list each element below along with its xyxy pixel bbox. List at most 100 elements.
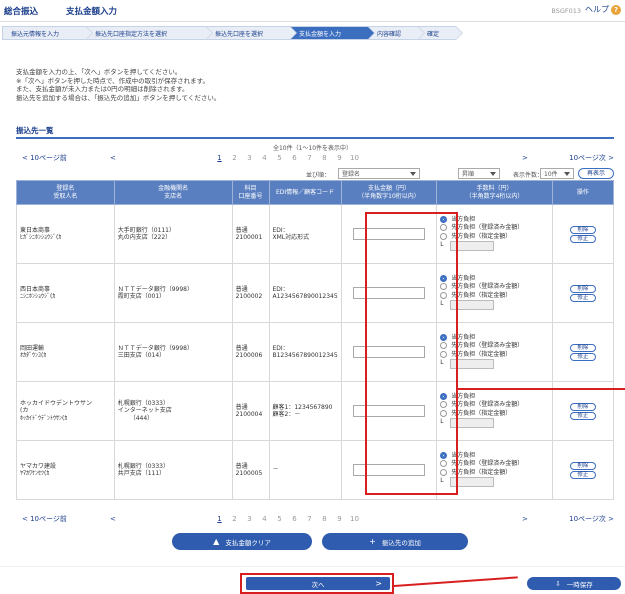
delete-button[interactable]: 削除 (569, 343, 596, 352)
fee-option-label: 先方負担（登録済み金額） (451, 342, 524, 350)
per-page-select[interactable]: 10件 (540, 168, 574, 179)
edit-button[interactable]: 修正 (569, 293, 596, 302)
temporary-save-button[interactable]: ⇩ 一時保存 (527, 577, 621, 590)
step-item: 振込先口座を選択 (206, 26, 297, 40)
payee-name: ホッカイドウデントウサン (20, 399, 93, 407)
app-header: 総合振込 支払金額入力 BSGF013 ヘルプ ? (0, 0, 625, 22)
page-link[interactable]: 9 (332, 515, 347, 523)
page-link[interactable]: 8 (317, 515, 332, 523)
account-type: 普通 (235, 462, 248, 470)
next-10-pages-link[interactable]: 10ページ次 > (569, 514, 614, 524)
sort-order-select[interactable]: 昇順 (458, 168, 500, 179)
next-10-label: 10ページ次 (569, 515, 606, 523)
branch-name: 三田支店（014） (117, 352, 166, 359)
delete-button[interactable]: 削除 (569, 461, 596, 470)
next-page-link[interactable]: > (522, 154, 528, 162)
edit-button[interactable]: 修正 (569, 234, 596, 243)
payee-name: ヤマカワ建設 (20, 462, 57, 470)
edit-button[interactable]: 修正 (569, 470, 596, 479)
cell-edi: 顧客1：1234567890 顧客2：－ (268, 381, 342, 441)
col-header-name: 登録名 受取人名 (16, 180, 115, 205)
instruction-line: 支払金額を入力の上、「次へ」ボタンを押してください。 (16, 68, 182, 76)
bank-name: 札幌銀行（0333） (117, 462, 169, 470)
col-header-fee: 手数料（円） （半角数字4桁以内） (436, 180, 553, 205)
page-link[interactable]: 4 (257, 515, 272, 523)
cell-bank: ＮＴＴデータ銀行（9998） 霞町支店（001） (113, 263, 233, 323)
help-button[interactable]: ヘルプ ? (585, 4, 621, 15)
sort-field-select[interactable]: 登録名 (338, 168, 420, 179)
header-line: 支店名 (164, 192, 183, 200)
page-link[interactable]: 9 (332, 154, 347, 162)
page-link[interactable]: 7 (302, 515, 317, 523)
edit-button[interactable]: 修正 (569, 411, 596, 420)
page-link[interactable]: 7 (302, 154, 317, 162)
prev-10-pages-link[interactable]: < 10ページ前 (22, 514, 67, 524)
prev-page-link[interactable]: < (110, 515, 116, 523)
chevron-down-icon (410, 172, 416, 176)
fee-option-label: 先方負担（指定金額） (451, 291, 512, 299)
edi-line: XML対応形式 (272, 234, 310, 241)
sort-order-value: 昇順 (462, 171, 475, 178)
fee-option-label: 先方負担（登録済み金額） (451, 224, 524, 232)
page-link[interactable]: 4 (257, 154, 272, 162)
clear-amount-button[interactable]: ▲ 支払金額クリア (172, 533, 312, 550)
prev-10-label: 10ページ前 (30, 515, 67, 523)
cell-edi: EDI： XML対応形式 (268, 204, 342, 264)
next-10-pages-link[interactable]: 10ページ次 > (569, 153, 614, 163)
delete-button[interactable]: 削除 (569, 402, 596, 411)
page-link[interactable]: 2 (227, 154, 242, 162)
edit-button[interactable]: 修正 (569, 352, 596, 361)
cell-name: 岡田運輸 ｵｶﾀﾞｳﾝﾕ(ｶ (16, 322, 115, 382)
add-payee-button[interactable]: + 振込先の追加 (322, 533, 468, 550)
annotation-highlight-amount-column (365, 212, 458, 495)
redisplay-button[interactable]: 再表示 (578, 168, 614, 179)
page-link[interactable]: 10 (347, 154, 362, 162)
edi-line: 顧客1：1234567890 (272, 403, 333, 411)
branch-name: 霞町支店（001） (117, 293, 166, 300)
page-link[interactable]: 3 (242, 515, 257, 523)
page-link[interactable]: 5 (272, 515, 287, 523)
step-item-active: 支払金額を入力 (290, 26, 375, 40)
prev-10-pages-link[interactable]: < 10ページ前 (22, 153, 67, 163)
col-header-ops: 操作 (551, 180, 615, 205)
account-type: 普通 (235, 226, 248, 234)
next-page-link[interactable]: > (522, 515, 528, 523)
per-page-value: 10件 (544, 171, 558, 178)
fee-option-label: 先方負担（登録済み金額） (451, 401, 524, 409)
page-link-current[interactable]: 1 (212, 154, 227, 162)
table-header-row: 登録名 受取人名 金融機関名 支店名 科目 口座番号 EDI情報／顧客コード 支払金額… (16, 180, 615, 205)
page-link[interactable]: 5 (272, 154, 287, 162)
fee-option-label: 先方負担（指定金額） (451, 409, 512, 417)
page-link[interactable]: 8 (317, 154, 332, 162)
step-item: 内容確認 (368, 26, 425, 40)
page-link[interactable]: 2 (227, 515, 242, 523)
prev-10-label: 10ページ前 (30, 154, 67, 162)
branch-name: （444） (129, 414, 154, 422)
instruction-line: 振込先を追加する場合は、「振込先の追加」ボタンを押してください。 (16, 93, 221, 102)
payee-kana: ﾋｶﾞｼﾆﾎﾝｼｮｳｼﾞ(ｶ (20, 234, 62, 241)
page-link[interactable]: 6 (287, 515, 302, 523)
branch-name: 共戸支店（111） (117, 470, 166, 477)
cell-bank: 札幌銀行（0333） インターネット支店 （444） (113, 381, 233, 441)
annotation-highlight-next-button (240, 573, 394, 594)
col-header-bank: 金融機関名 支店名 (113, 180, 233, 205)
cell-name: ホッカイドウデントウサン (カ ﾎｯｶｲﾄﾞｳﾃﾞﾝﾄｳｻﾝ(ｶ (16, 381, 115, 441)
delete-button[interactable]: 削除 (569, 284, 596, 293)
help-icon: ? (611, 4, 621, 15)
pager-bottom: < 10ページ前 < 1 2 3 4 5 6 7 8 9 10 > 10ページ次… (22, 513, 614, 525)
page-link[interactable]: 6 (287, 154, 302, 162)
page-link[interactable]: 3 (242, 154, 257, 162)
instruction-line: ※「次へ」ボタンを押した時点で、作成中の取引が保存されます。 (16, 76, 210, 85)
add-payee-label: 振込先の追加 (381, 538, 421, 547)
page-link[interactable]: 10 (347, 515, 362, 523)
account-number: 2100005 (235, 470, 263, 477)
account-number: 2100002 (235, 293, 263, 300)
payee-kana: (カ (20, 407, 29, 415)
branch-name: インターネット支店 (117, 407, 172, 415)
delete-button[interactable]: 削除 (569, 225, 596, 234)
prev-page-link[interactable]: < (110, 154, 116, 162)
payee-kana: ﾎｯｶｲﾄﾞｳﾃﾞﾝﾄｳｻﾝ(ｶ (20, 414, 68, 422)
page-link-current[interactable]: 1 (212, 515, 227, 523)
table-row: 西日本商事 ﾆｼﾆﾎﾝｼｮｳｼﾞ(ｶ ＮＴＴデータ銀行（9998） 霞町支店（001… (16, 263, 615, 323)
cell-name: 西日本商事 ﾆｼﾆﾎﾝｼｮｳｼﾞ(ｶ (16, 263, 115, 323)
